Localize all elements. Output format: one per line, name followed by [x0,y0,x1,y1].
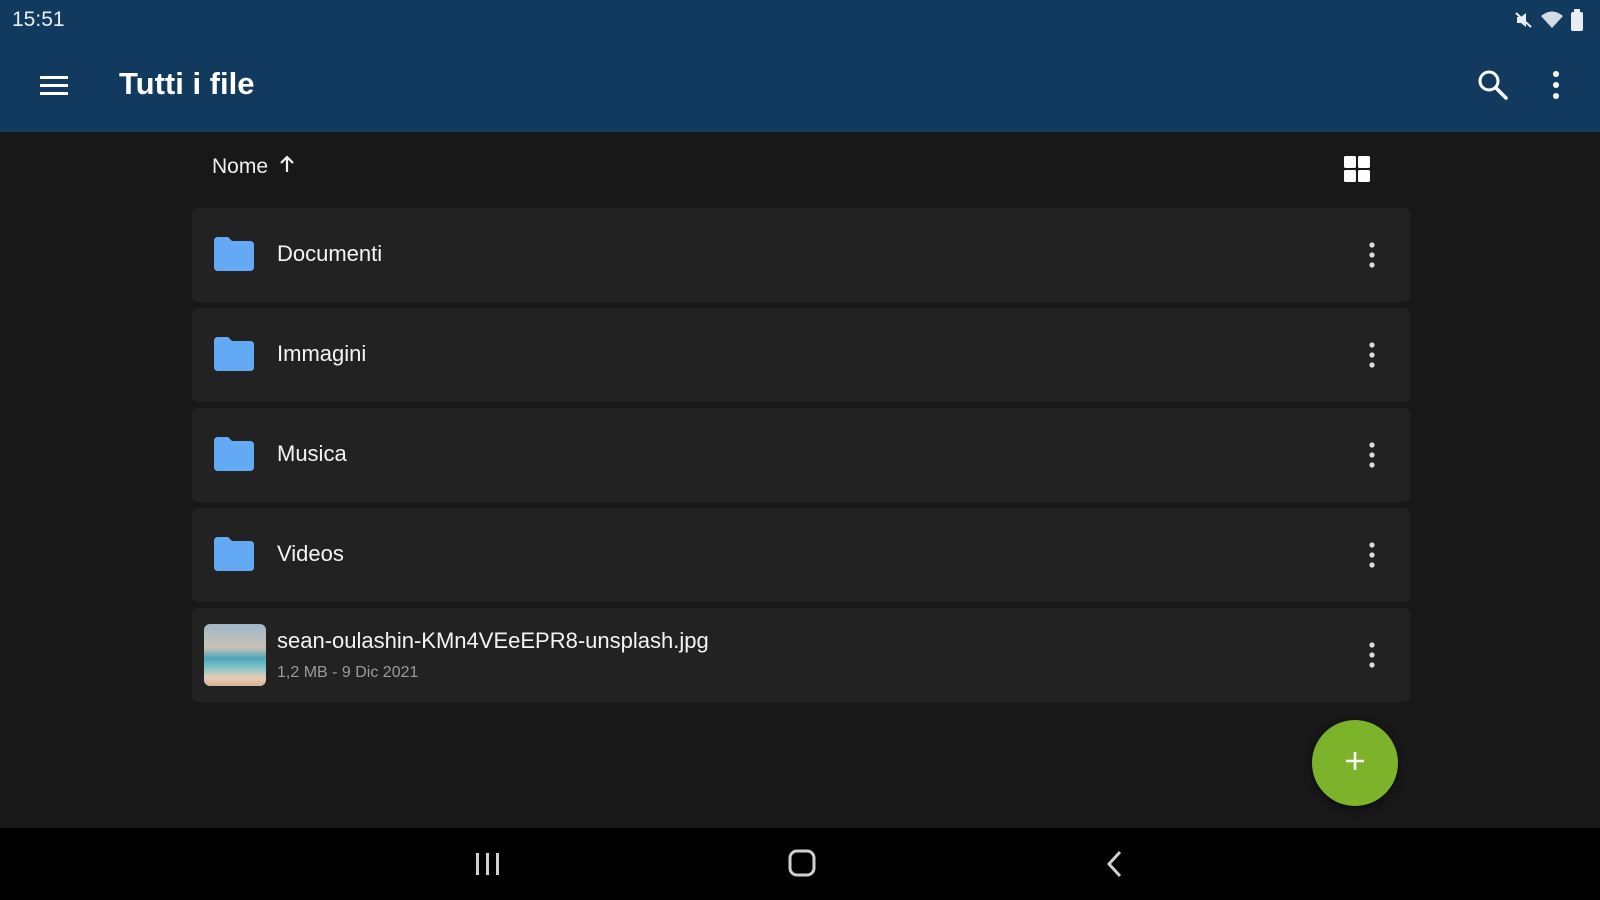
item-name: Documenti [277,241,383,266]
item-name: sean-oulashin-KMn4VEeEPR8-unsplash.jpg [277,628,709,653]
status-bar: 15:51 [0,0,1600,40]
folder-icon [212,235,256,273]
plus-icon [1343,749,1367,778]
add-button[interactable] [1312,720,1398,806]
recents-icon[interactable] [468,846,508,882]
page-title: Tutti i file [119,66,255,101]
item-more-icon[interactable] [1364,638,1380,672]
navigation-bar [0,828,1600,900]
battery-icon [1570,9,1584,36]
item-more-icon[interactable] [1364,438,1380,472]
status-time: 15:51 [12,8,65,31]
list-item[interactable]: Musica [192,408,1410,502]
item-meta: 1,2 MB - 9 Dic 2021 [277,664,419,681]
item-more-icon[interactable] [1364,338,1380,372]
file-list: Documenti Immagini Musica Videos sean-ou… [192,208,1410,708]
grid-view-icon[interactable] [1342,154,1372,184]
back-icon[interactable] [1096,846,1136,882]
app-bar: Tutti i file [0,40,1600,132]
arrow-up-icon [278,154,296,179]
wifi-icon [1540,10,1564,35]
list-item[interactable]: Documenti [192,208,1410,302]
list-item[interactable]: sean-oulashin-KMn4VEeEPR8-unsplash.jpg 1… [192,608,1410,702]
image-thumbnail [204,624,266,686]
search-icon[interactable] [1476,68,1510,102]
sort-label: Nome [212,154,269,178]
folder-icon [212,335,256,373]
item-more-icon[interactable] [1364,238,1380,272]
folder-icon [212,535,256,573]
mute-icon [1514,10,1534,35]
item-name: Musica [277,441,347,466]
item-name: Videos [277,541,344,566]
item-more-icon[interactable] [1364,538,1380,572]
item-name: Immagini [277,341,367,366]
folder-icon [212,435,256,473]
sort-button[interactable]: Nome [212,154,296,179]
status-icons [1514,9,1584,36]
home-icon[interactable] [782,846,822,882]
list-item[interactable]: Immagini [192,308,1410,402]
sort-bar: Nome [192,132,1410,204]
list-item[interactable]: Videos [192,508,1410,602]
more-vert-icon[interactable] [1546,68,1566,102]
menu-icon[interactable] [38,70,70,102]
